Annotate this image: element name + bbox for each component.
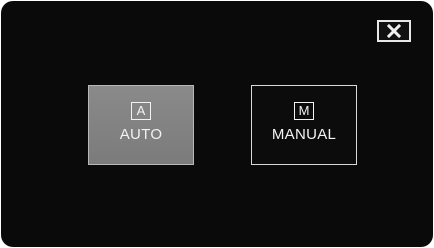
manual-mode-icon: M xyxy=(294,102,314,120)
auto-mode-icon: A xyxy=(131,102,151,120)
auto-mode-label: AUTO xyxy=(119,126,163,143)
manual-mode-button[interactable]: M MANUAL xyxy=(251,85,357,165)
manual-mode-label: MANUAL xyxy=(271,126,337,143)
close-icon xyxy=(387,24,401,38)
auto-mode-button[interactable]: A AUTO xyxy=(88,85,194,165)
mode-select-screen: A AUTO M MANUAL xyxy=(1,1,433,247)
close-button[interactable] xyxy=(377,20,411,42)
